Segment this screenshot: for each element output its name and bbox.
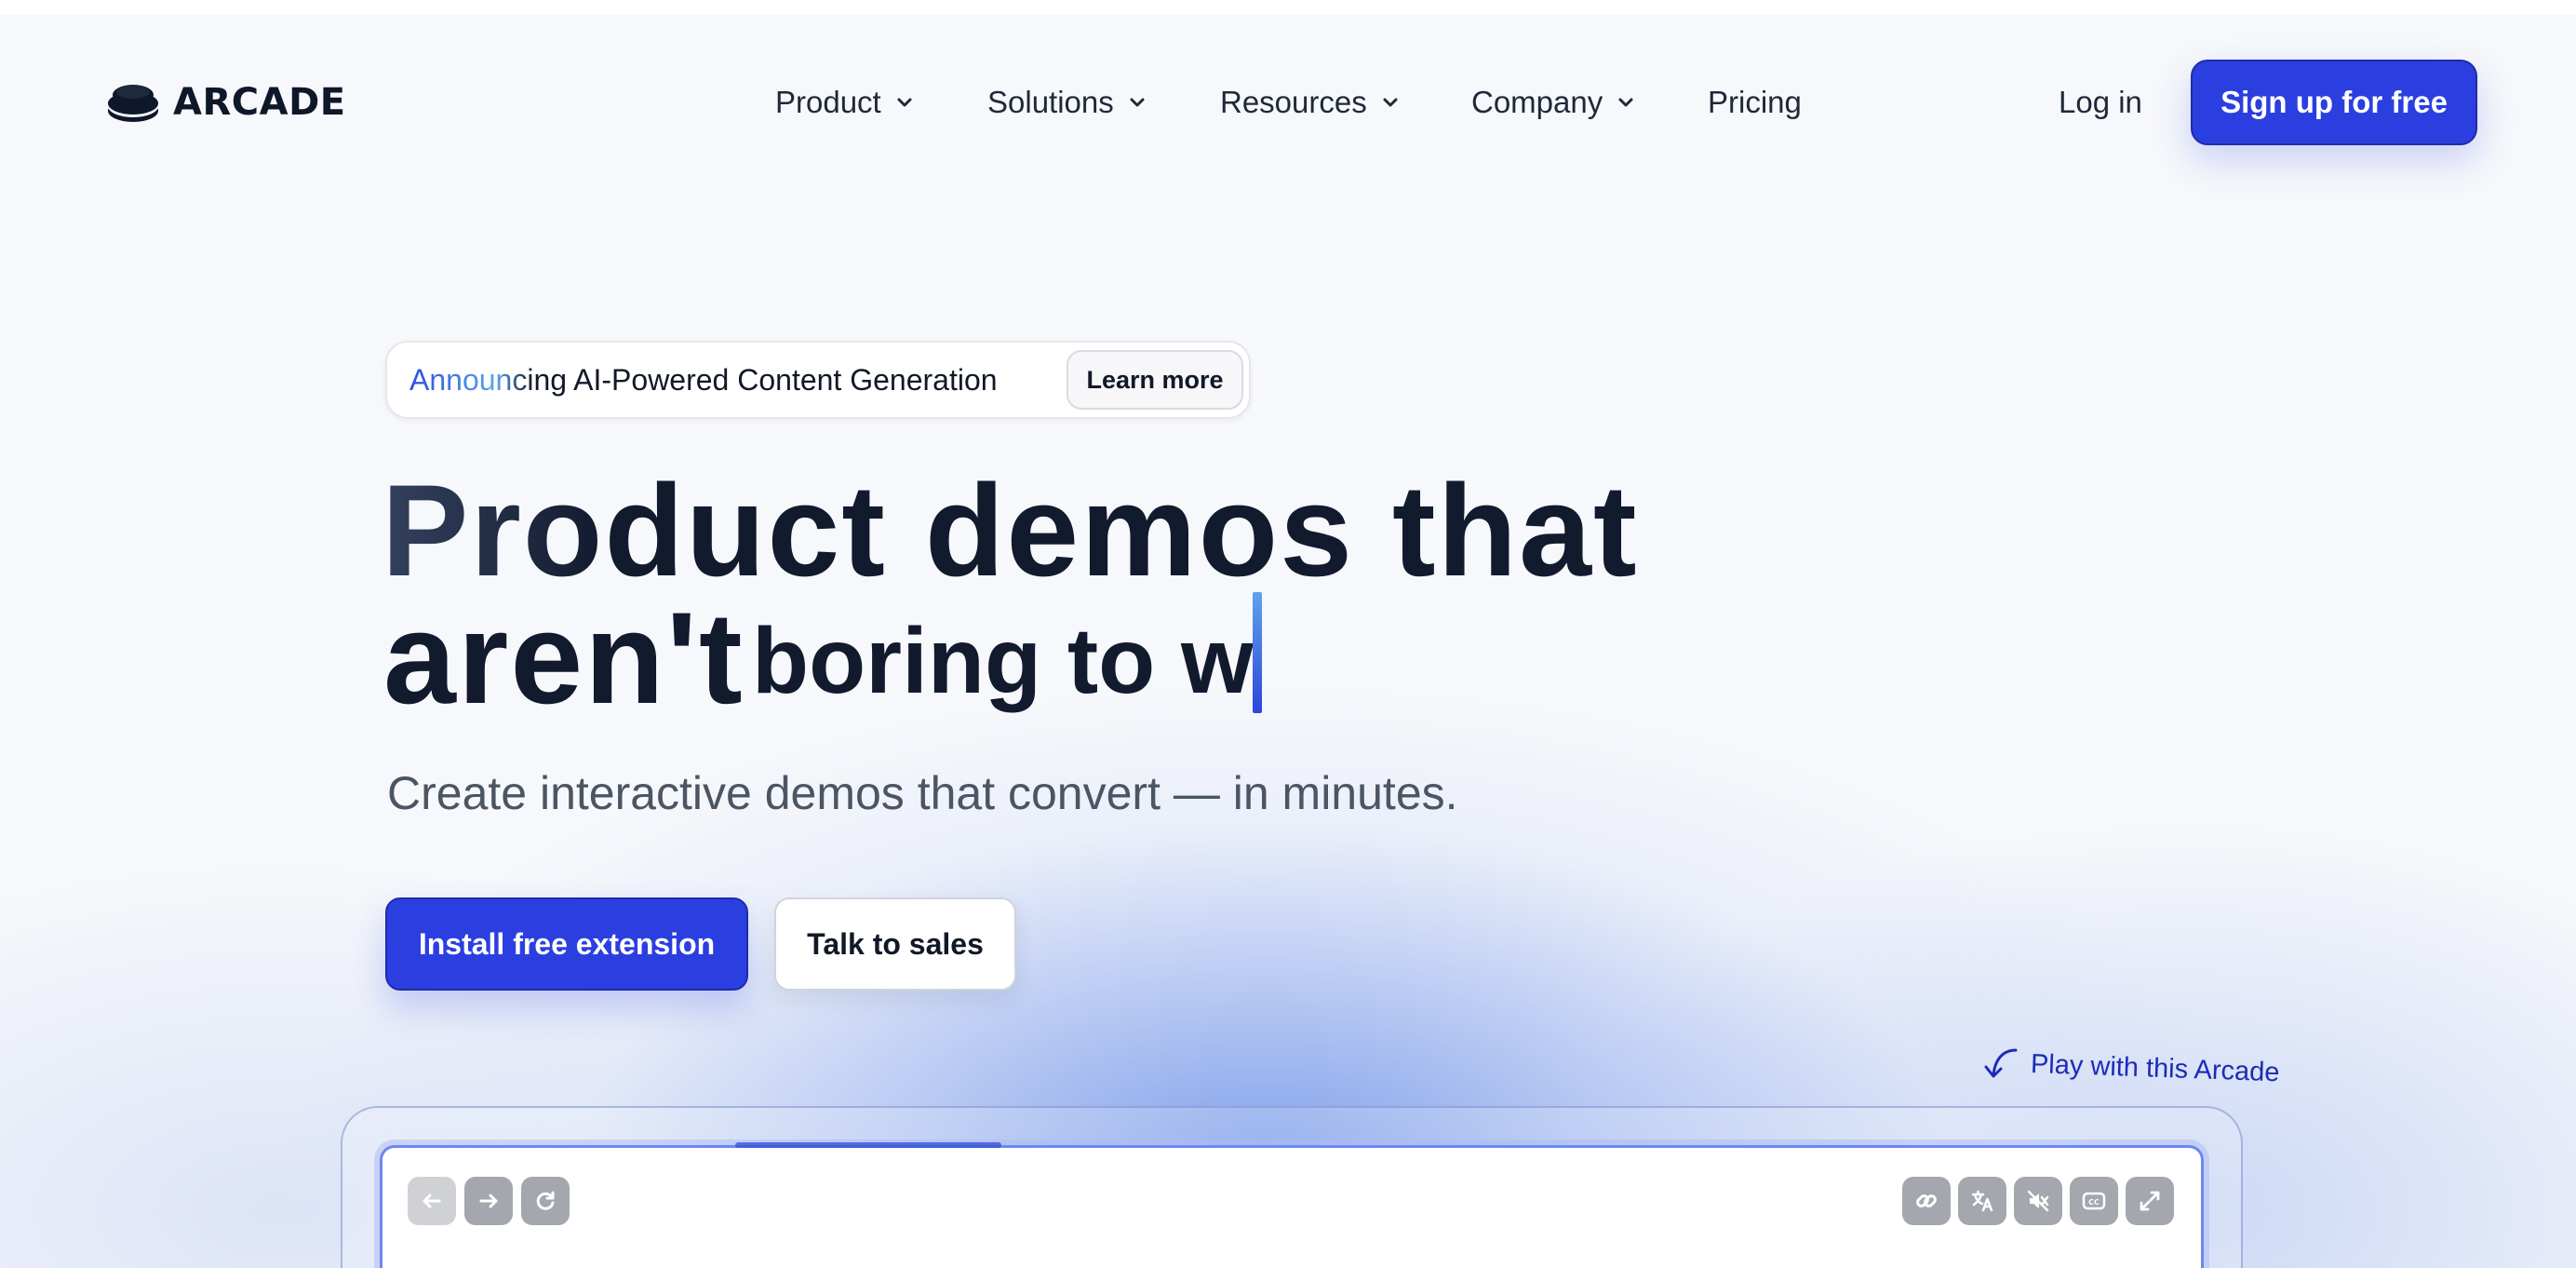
hero-subheadline: Create interactive demos that convert — … xyxy=(387,767,1458,819)
nav-item-product[interactable]: Product xyxy=(775,74,915,130)
typewriter-caret xyxy=(1253,592,1262,713)
hero-headline-line1-start: Pro xyxy=(382,457,605,603)
refresh-icon xyxy=(536,1191,555,1210)
link-icon xyxy=(1916,1194,1937,1207)
forward-arrow-icon xyxy=(479,1194,498,1208)
play-hint-text: Play with this Arcade xyxy=(2030,1048,2280,1087)
arcade-logo-icon xyxy=(108,85,158,122)
typewriter-text: boring to w xyxy=(752,609,1254,713)
forward-button[interactable] xyxy=(464,1177,513,1225)
nav-item-label: Resources xyxy=(1220,85,1367,119)
curved-arrow-icon xyxy=(1984,1048,2018,1078)
mute-button[interactable] xyxy=(2014,1177,2062,1225)
fullscreen-button[interactable] xyxy=(2126,1177,2174,1225)
announcement-text: Announci ng AI-Powered Content Generation xyxy=(409,343,998,417)
login-link[interactable]: Log in xyxy=(2059,74,2142,130)
hero-headline-line2: aren't xyxy=(383,585,745,731)
chevron-down-icon xyxy=(1383,98,1398,107)
nav-item-solutions[interactable]: Solutions xyxy=(987,74,1147,130)
mute-icon xyxy=(2027,1190,2049,1212)
play-hint: Play with this Arcade xyxy=(1980,1041,2280,1087)
captions-button[interactable]: CC xyxy=(2070,1177,2118,1225)
brand-logo[interactable]: ARCADE xyxy=(106,76,346,128)
copy-link-button[interactable] xyxy=(1902,1177,1951,1225)
announcement-banner[interactable]: Announci ng AI-Powered Content Generation… xyxy=(385,341,1251,419)
announcement-text-rest: ng AI-Powered Content Generation xyxy=(533,362,998,397)
nav-item-label: Solutions xyxy=(987,85,1114,119)
nav-item-label: Company xyxy=(1471,85,1603,119)
demo-progress-bar xyxy=(735,1142,1001,1148)
svg-text:CC: CC xyxy=(2088,1198,2100,1207)
nav-item-label: Pricing xyxy=(1708,85,1802,119)
chevron-down-icon xyxy=(1618,98,1633,107)
chevron-down-icon xyxy=(1130,98,1145,107)
chevron-down-icon xyxy=(897,98,912,107)
announcement-text-highlight: Announci xyxy=(409,362,534,397)
refresh-button[interactable] xyxy=(521,1177,570,1225)
learn-more-button[interactable]: Learn more xyxy=(1067,350,1243,410)
brand-name: ARCADE xyxy=(173,81,346,124)
signup-button[interactable]: Sign up for free xyxy=(2191,60,2477,145)
nav-item-label: Product xyxy=(775,85,881,119)
translate-icon xyxy=(1971,1190,1993,1212)
captions-icon: CC xyxy=(2082,1192,2106,1210)
hero-headline-line1-end: duct demos that xyxy=(604,457,1639,603)
translate-button[interactable] xyxy=(1958,1177,2006,1225)
nav-item-pricing[interactable]: Pricing xyxy=(1708,74,1802,130)
install-extension-button[interactable]: Install free extension xyxy=(385,897,748,991)
back-button[interactable] xyxy=(408,1177,456,1225)
nav-item-company[interactable]: Company xyxy=(1471,74,1636,130)
fullscreen-icon xyxy=(2140,1191,2160,1211)
hero-headline-line1: Product demos that xyxy=(382,461,1639,600)
nav-item-resources[interactable]: Resources xyxy=(1220,74,1401,130)
talk-to-sales-button[interactable]: Talk to sales xyxy=(774,897,1016,991)
back-arrow-icon xyxy=(423,1194,441,1208)
